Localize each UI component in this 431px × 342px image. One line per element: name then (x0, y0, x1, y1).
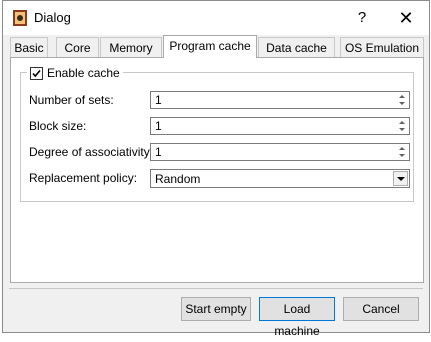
tab-data-cache[interactable]: Data cache (258, 37, 335, 57)
chevron-down-icon[interactable] (393, 171, 408, 186)
block-size-value[interactable]: 1 (155, 119, 162, 133)
number-of-sets-spinbox[interactable]: 1 (150, 91, 410, 109)
associativity-spinbox[interactable]: 1 (150, 143, 410, 161)
spin-down-arrow-icon[interactable] (395, 152, 408, 159)
title-bar[interactable]: Dialog ? ✕ (3, 1, 429, 35)
tab-bar: Basic Core Memory Program cache Data cac… (10, 35, 424, 58)
app-icon (13, 10, 27, 26)
program-cache-panel: Enable cache Number of sets: 1 Block siz… (10, 57, 424, 283)
window-title: Dialog (34, 10, 71, 25)
load-machine-button[interactable]: Load machine (259, 297, 335, 338)
cancel-button[interactable]: Cancel (343, 297, 419, 321)
block-size-stepper[interactable] (395, 119, 408, 133)
replacement-policy-select[interactable]: Random (150, 169, 410, 188)
spin-up-arrow-icon[interactable] (395, 93, 408, 100)
associativity-stepper[interactable] (395, 145, 408, 159)
number-of-sets-value[interactable]: 1 (155, 93, 162, 107)
enable-cache-checkbox[interactable] (30, 66, 43, 80)
block-size-label: Block size: (29, 119, 87, 133)
start-empty-button[interactable]: Start empty (181, 297, 251, 321)
enable-cache-toggle[interactable]: Enable cache (27, 65, 123, 81)
checkmark-icon (32, 69, 41, 77)
tab-core[interactable]: Core (56, 37, 99, 57)
dialog-window: Dialog ? ✕ Basic Core Memory Program cac… (2, 0, 430, 338)
number-of-sets-label: Number of sets: (29, 93, 114, 107)
enable-cache-label: Enable cache (47, 66, 120, 80)
divider (9, 288, 423, 289)
replacement-policy-label: Replacement policy: (29, 171, 138, 185)
replacement-policy-value[interactable]: Random (155, 172, 200, 186)
tab-basic[interactable]: Basic (10, 37, 48, 57)
spin-down-arrow-icon[interactable] (395, 126, 408, 133)
associativity-label: Degree of associativity: (29, 145, 154, 159)
tab-memory[interactable]: Memory (100, 37, 162, 57)
associativity-value[interactable]: 1 (155, 145, 162, 159)
close-button[interactable]: ✕ (387, 5, 425, 31)
tab-os-emulation[interactable]: OS Emulation (340, 37, 424, 57)
tab-program-cache[interactable]: Program cache (163, 35, 257, 58)
block-size-spinbox[interactable]: 1 (150, 117, 410, 135)
number-of-sets-stepper[interactable] (395, 93, 408, 107)
cache-groupbox: Enable cache Number of sets: 1 Block siz… (20, 65, 414, 202)
spin-up-arrow-icon[interactable] (395, 119, 408, 126)
help-button[interactable]: ? (343, 5, 381, 31)
spin-down-arrow-icon[interactable] (395, 100, 408, 107)
spin-up-arrow-icon[interactable] (395, 145, 408, 152)
